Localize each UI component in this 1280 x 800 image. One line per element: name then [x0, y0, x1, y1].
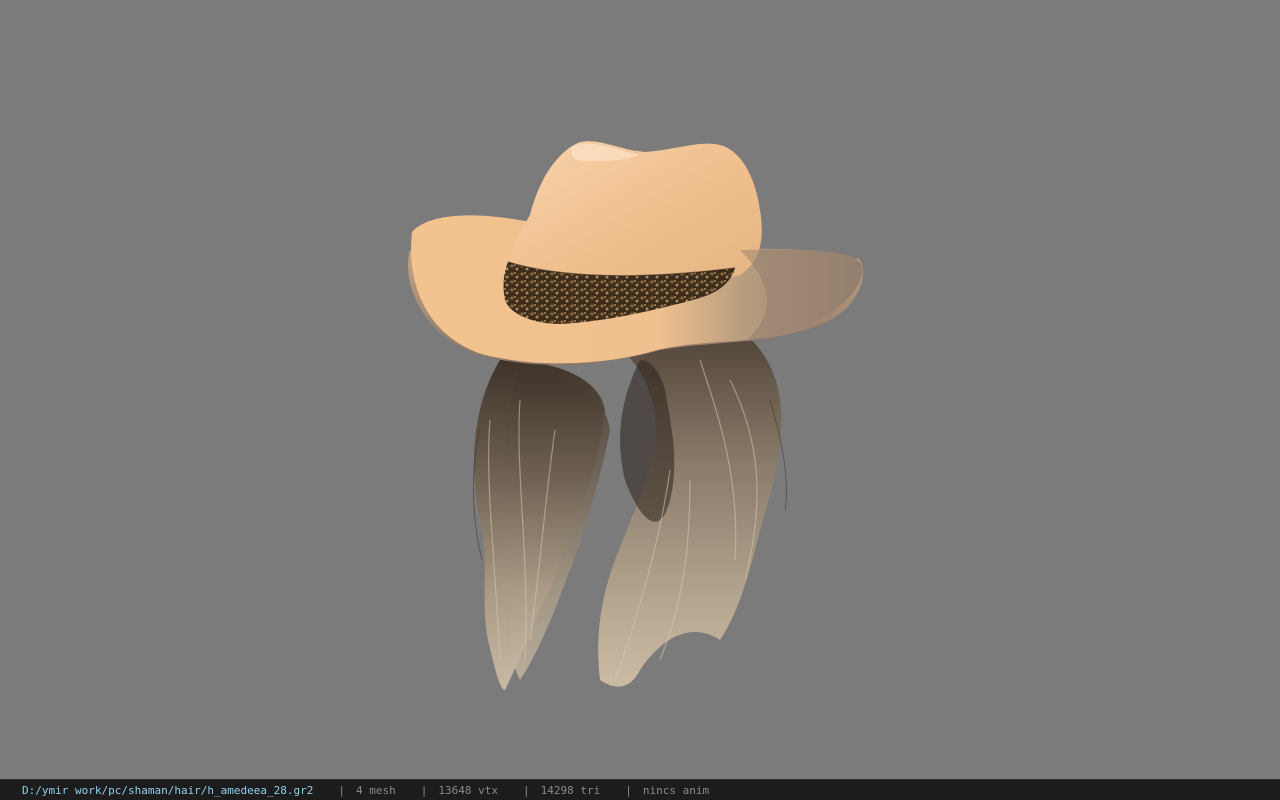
separator: | [420, 783, 428, 797]
3d-viewport[interactable] [0, 0, 1280, 779]
vertex-count: 13648 vtx [438, 783, 499, 797]
triangle-count: 14298 tri [540, 783, 601, 797]
mesh-count: 4 mesh [356, 783, 396, 797]
hat-mesh [408, 141, 863, 365]
status-bar: D:/ymir work/pc/shaman/hair/h_amedeea_28… [0, 779, 1280, 800]
separator: | [625, 783, 632, 797]
hair-mesh [472, 318, 787, 690]
file-path: D:/ymir work/pc/shaman/hair/h_amedeea_28… [22, 783, 314, 797]
separator: | [338, 783, 346, 797]
anim-status: nincs anim [642, 783, 710, 797]
model-render [408, 141, 863, 690]
separator: | [523, 783, 530, 797]
